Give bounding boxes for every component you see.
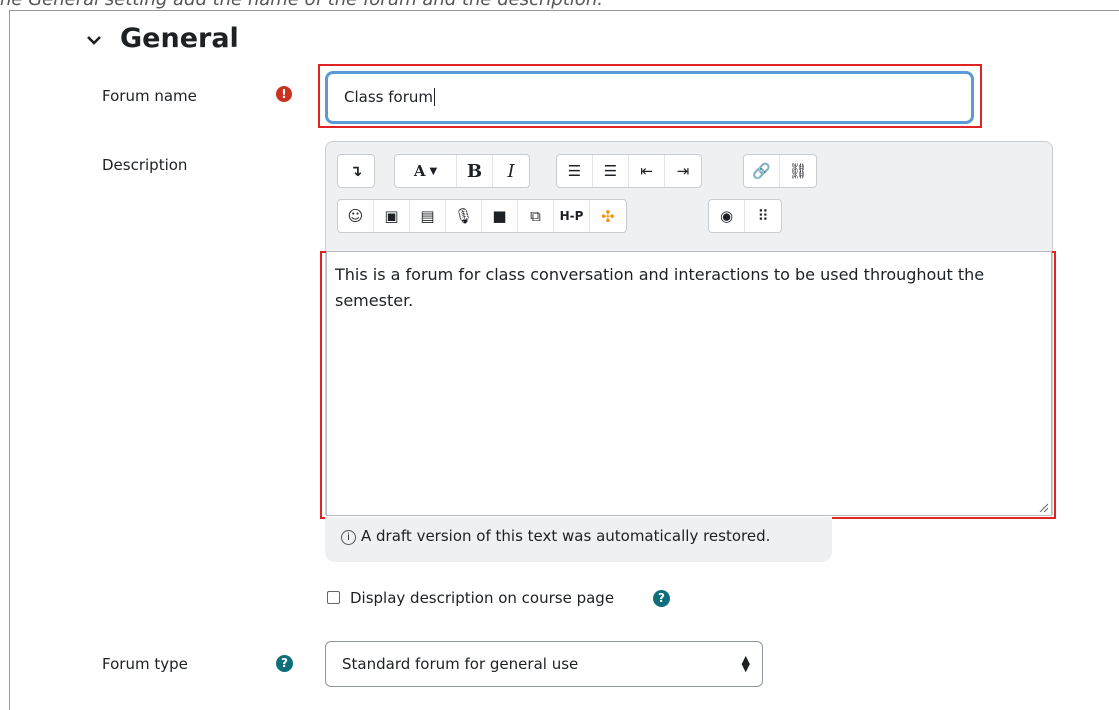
- forum-type-value: Standard forum for general use: [342, 655, 579, 673]
- toolbar-group-4: 🔗 ⛓: [743, 154, 817, 188]
- toolbar-group-6: ◉ ⠿: [708, 199, 782, 233]
- select-arrows-icon: ▲ ▼: [741, 653, 750, 674]
- toolbar-group-5: ☺ ▣ ▤ 🎙 ■ ⧉ H-P ✣: [337, 199, 627, 233]
- show-more-buttons-icon[interactable]: ↴: [338, 155, 374, 187]
- image-icon[interactable]: ▣: [374, 200, 410, 232]
- microphone-icon[interactable]: 🎙: [446, 200, 482, 232]
- description-textarea[interactable]: This is a forum for class conversation a…: [326, 251, 1052, 516]
- forum-name-value: Class forum: [344, 88, 433, 106]
- italic-button[interactable]: I: [493, 155, 529, 187]
- draft-notice-text: A draft version of this text was automat…: [361, 527, 771, 545]
- display-description-label[interactable]: Display description on course page: [350, 589, 614, 607]
- manage-files-icon[interactable]: ⧉: [518, 200, 554, 232]
- description-text: This is a forum for class conversation a…: [335, 265, 985, 310]
- chevron-down-icon[interactable]: [84, 30, 104, 50]
- link-icon[interactable]: 🔗: [744, 155, 780, 187]
- toolbar-group-1: ↴: [337, 154, 375, 188]
- help-icon[interactable]: ?: [653, 590, 670, 607]
- display-description-checkbox[interactable]: [327, 591, 340, 604]
- section-title[interactable]: General: [120, 23, 239, 54]
- help-icon[interactable]: ?: [276, 655, 293, 672]
- exclamation-icon: !: [276, 86, 292, 102]
- bold-button[interactable]: B: [457, 155, 493, 187]
- video-camera-icon[interactable]: ■: [482, 200, 518, 232]
- draft-notice: i A draft version of this text was automa…: [325, 517, 832, 562]
- forum-name-label: Forum name: [102, 87, 197, 105]
- numbered-list-icon[interactable]: ☰: [593, 155, 629, 187]
- forum-type-label: Forum type: [102, 655, 188, 673]
- emoji-icon[interactable]: ☺: [338, 200, 374, 232]
- accessibility-checker-icon[interactable]: ◉: [709, 200, 745, 232]
- font-style-button[interactable]: A ▼: [395, 155, 457, 187]
- h5p-content-icon[interactable]: ✣: [590, 200, 626, 232]
- indent-icon[interactable]: ⇥: [665, 155, 701, 187]
- resize-handle-icon[interactable]: [1038, 502, 1048, 512]
- media-icon[interactable]: ▤: [410, 200, 446, 232]
- h5p-icon[interactable]: H-P: [554, 200, 590, 232]
- bullet-list-icon[interactable]: ☰: [557, 155, 593, 187]
- unlink-icon[interactable]: ⛓: [780, 155, 816, 187]
- toolbar-group-2: A ▼ B I: [394, 154, 530, 188]
- caption-text: he General setting add the name of the f…: [0, 0, 603, 10]
- screenreader-helper-icon[interactable]: ⠿: [745, 200, 781, 232]
- forum-name-input[interactable]: Class forum: [325, 71, 974, 124]
- description-label: Description: [102, 156, 188, 174]
- toolbar-group-3: ☰ ☰ ⇤ ⇥: [556, 154, 702, 188]
- outdent-icon[interactable]: ⇤: [629, 155, 665, 187]
- info-icon: i: [341, 530, 356, 545]
- forum-type-select[interactable]: Standard forum for general use ▲ ▼: [325, 641, 763, 687]
